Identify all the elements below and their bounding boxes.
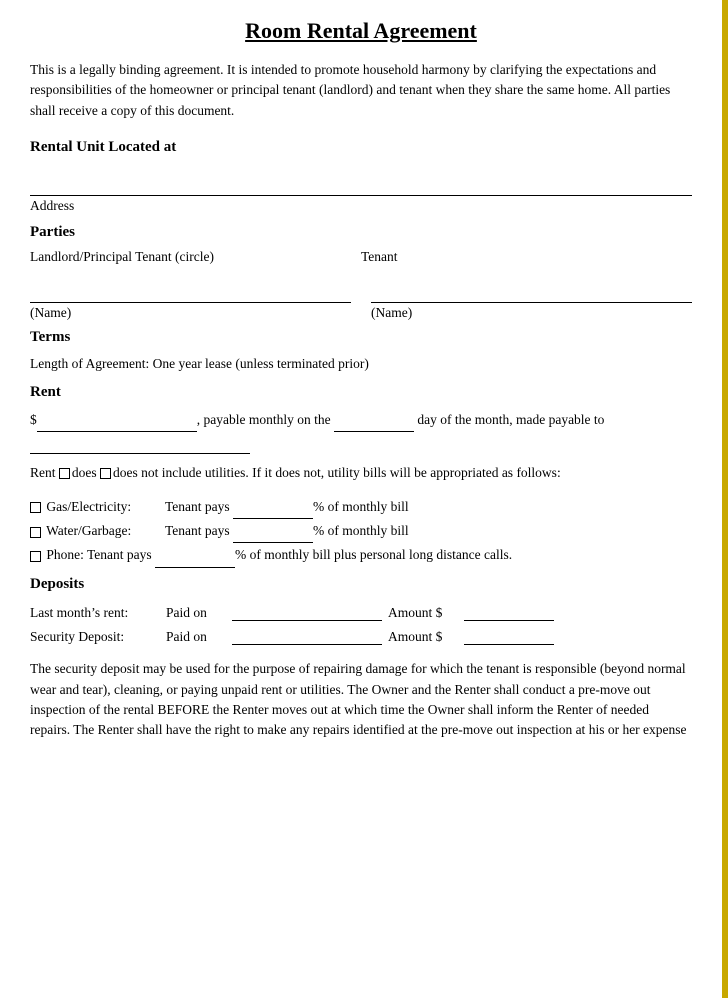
deposits-heading: Deposits <box>30 576 692 593</box>
rent-dollar-prefix: $ <box>30 412 37 427</box>
rent-line-1: $ , payable monthly on the day of the mon… <box>30 409 692 432</box>
tenant-col-label: Tenant <box>361 249 692 265</box>
water-percent-line <box>233 527 313 543</box>
phone-row: Phone: Tenant pays % of monthly bill plu… <box>30 543 692 567</box>
last-month-amount-label: Amount $ <box>388 601 458 625</box>
rent-amount-line <box>37 416 197 432</box>
rent-heading: Rent <box>30 384 692 401</box>
landlord-col-label: Landlord/Principal Tenant (circle) <box>30 249 361 265</box>
gas-electricity-row: Gas/Electricity: Tenant pays % of monthl… <box>30 495 692 519</box>
landlord-name-line <box>30 285 351 303</box>
last-month-rent-row: Last month’s rent: Paid on Amount $ <box>30 601 692 625</box>
does-not-checkbox <box>100 468 111 479</box>
gas-checkbox <box>30 502 41 513</box>
document-page: Room Rental Agreement This is a legally … <box>0 0 728 998</box>
terms-length-text: Length of Agreement: One year lease (unl… <box>30 354 692 374</box>
parties-heading: Parties <box>30 224 692 241</box>
phone-percent-line <box>155 552 235 568</box>
utilities-intro-text: Rent does does not include utilities. If… <box>30 462 692 485</box>
address-label: Address <box>30 198 692 214</box>
address-input-line <box>30 174 692 196</box>
last-month-amount-line <box>464 605 554 621</box>
gas-percent-line <box>233 503 313 519</box>
tenant-name-wrap: (Name) <box>371 285 692 321</box>
phone-checkbox <box>30 551 41 562</box>
tenant-label: Tenant <box>361 249 398 264</box>
security-amount-line <box>464 629 554 645</box>
security-deposit-row: Security Deposit: Paid on Amount $ <box>30 625 692 649</box>
gas-label-text: Gas/Electricity: <box>46 499 131 514</box>
security-paid-line <box>232 629 382 645</box>
water-label-text: Water/Garbage: <box>46 523 131 538</box>
does-checkbox <box>59 468 70 479</box>
security-amount-label: Amount $ <box>388 625 458 649</box>
tenant-name-label: (Name) <box>371 305 692 321</box>
rental-unit-heading: Rental Unit Located at <box>30 139 692 156</box>
intro-paragraph: This is a legally binding agreement. It … <box>30 60 692 121</box>
utilities-block: Rent does does not include utilities. If… <box>30 462 692 485</box>
terms-heading: Terms <box>30 329 692 346</box>
tenant-name-line <box>371 285 692 303</box>
deposits-grid: Last month’s rent: Paid on Amount $ Secu… <box>30 601 692 650</box>
security-paid-label: Paid on <box>166 625 226 649</box>
last-month-paid-line <box>232 605 382 621</box>
parties-name-row: (Name) (Name) <box>30 285 692 321</box>
water-garbage-row: Water/Garbage: Tenant pays % of monthly … <box>30 519 692 543</box>
rent-mid-text: , payable monthly on the <box>197 412 331 427</box>
water-checkbox <box>30 527 41 538</box>
phone-text: Phone: Tenant pays % of monthly bill plu… <box>30 543 692 567</box>
landlord-name-wrap: (Name) <box>30 285 351 321</box>
landlord-label: Landlord/Principal Tenant (circle) <box>30 249 214 264</box>
landlord-name-label: (Name) <box>30 305 351 321</box>
security-deposit-label: Security Deposit: <box>30 625 160 649</box>
water-label: Water/Garbage: <box>30 519 165 543</box>
payable-to-line <box>30 436 250 454</box>
document-title: Room Rental Agreement <box>30 18 692 44</box>
parties-labels-row: Landlord/Principal Tenant (circle) Tenan… <box>30 249 692 281</box>
security-deposit-text: The security deposit may be used for the… <box>30 659 692 740</box>
last-month-paid-label: Paid on <box>166 601 226 625</box>
gas-label: Gas/Electricity: <box>30 495 165 519</box>
rent-day-line <box>334 416 414 432</box>
gas-text: Tenant pays % of monthly bill <box>165 495 692 519</box>
rent-suffix-text: day of the month, made payable to <box>417 412 604 427</box>
water-text: Tenant pays % of monthly bill <box>165 519 692 543</box>
last-month-label: Last month’s rent: <box>30 601 160 625</box>
